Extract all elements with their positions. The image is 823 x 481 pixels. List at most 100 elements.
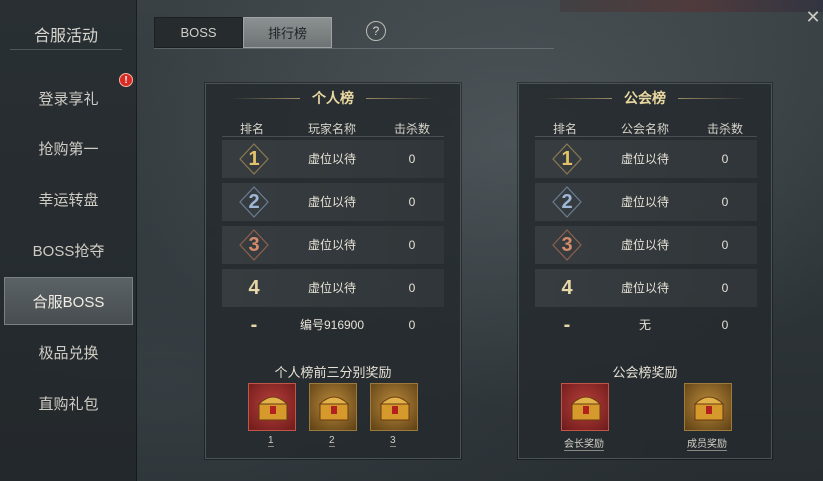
personal-ranking-panel: 个人榜 排名 玩家名称 击杀数 1 虚位以待 0 2 虚位以待 0 3 虚位以待…	[205, 83, 461, 459]
reward-label: 1	[268, 435, 274, 447]
table-row: 1 虚位以待 0	[535, 140, 757, 178]
kill-count: 0	[721, 238, 729, 252]
player-name: 虚位以待	[307, 281, 356, 295]
reward-chest-icon[interactable]	[248, 383, 296, 431]
table-row: 1 虚位以待 0	[222, 140, 444, 178]
player-name: 虚位以待	[307, 152, 356, 166]
sidebar-item-login-gift[interactable]: 登录享礼	[4, 74, 133, 122]
rank-number: 1	[561, 147, 573, 170]
reward-label: 成员奖励	[687, 435, 727, 451]
kill-count: 0	[721, 195, 729, 209]
rank-number: 2	[561, 190, 573, 213]
close-icon[interactable]: ✕	[804, 8, 822, 26]
ornament-right	[366, 97, 436, 99]
kill-count: 0	[721, 281, 729, 295]
rank-number: -	[563, 313, 571, 336]
leader-reward-chest-icon[interactable]	[561, 383, 609, 431]
ornament-left	[542, 97, 612, 99]
kill-count: 0	[721, 318, 729, 332]
table-row: 2 虚位以待 0	[222, 183, 444, 221]
player-name: 编号916900	[299, 318, 365, 332]
sidebar-item-label: 合服BOSS	[32, 293, 105, 311]
kill-count: 0	[408, 238, 416, 252]
member-reward-chest-icon[interactable]	[684, 383, 732, 431]
sidebar-item-label: 幸运转盘	[38, 191, 99, 209]
ornament-left	[230, 97, 300, 99]
guild-ranking-panel: 公会榜 排名 公会名称 击杀数 1 虚位以待 0 2 虚位以待 0 3 虚位以待…	[518, 83, 772, 459]
rank-number: -	[250, 313, 258, 336]
reward-label: 3	[390, 435, 396, 447]
panel-header: 个人榜	[206, 84, 460, 112]
reward-title: 公会榜奖励	[612, 365, 678, 380]
table-row: 4 虚位以待 0	[222, 269, 444, 307]
panel-title: 个人榜	[312, 90, 354, 106]
rank-badge-bronze: 3	[551, 229, 583, 261]
rank-number: 2	[248, 190, 260, 213]
guild-name: 虚位以待	[620, 238, 669, 252]
reward-label: 会长奖励	[564, 435, 604, 451]
guild-name: 虚位以待	[620, 281, 669, 295]
table-row: 4 虚位以待 0	[535, 269, 757, 307]
sidebar-item-label: BOSS抢夺	[32, 242, 105, 260]
tab-ranking[interactable]: 排行榜	[243, 17, 332, 48]
my-guild-row: - 无 0	[535, 306, 757, 344]
rank-badge: -	[551, 309, 583, 341]
rank-badge-silver: 2	[551, 186, 583, 218]
kill-count: 0	[408, 318, 416, 332]
rank-badge-gold: 1	[551, 143, 583, 175]
rank-number: 4	[561, 276, 573, 299]
my-rank-row: - 编号916900 0	[222, 306, 444, 344]
rank-badge-gold: 1	[238, 143, 270, 175]
column-header-kills: 击杀数	[393, 122, 430, 136]
sidebar: 合服活动 登录享礼 ! 抢购第一 幸运转盘 BOSS抢夺 合服BOSS 极品兑换…	[0, 0, 137, 481]
table-row: 3 虚位以待 0	[535, 226, 757, 264]
guild-name: 虚位以待	[620, 152, 669, 166]
reward-label: 2	[329, 435, 335, 447]
player-name: 虚位以待	[307, 195, 356, 209]
sidebar-item-label: 抢购第一	[38, 140, 99, 158]
sidebar-item-boss-snatch[interactable]: BOSS抢夺	[4, 226, 133, 274]
sidebar-item-premium-exchange[interactable]: 极品兑换	[4, 328, 133, 376]
rank-number: 4	[248, 276, 260, 299]
rank-badge-silver: 2	[238, 186, 270, 218]
kill-count: 0	[721, 152, 729, 166]
kill-count: 0	[408, 195, 416, 209]
column-header-rank: 排名	[552, 122, 577, 136]
guild-name: 无	[638, 318, 651, 332]
reward-title: 个人榜前三分别奖励	[274, 365, 392, 380]
rank-badge: 4	[551, 272, 583, 304]
help-icon[interactable]: ?	[366, 21, 386, 41]
table-row: 3 虚位以待 0	[222, 226, 444, 264]
sidebar-item-label: 直购礼包	[38, 395, 99, 413]
column-header-player-name: 玩家名称	[307, 122, 356, 136]
guild-name: 虚位以待	[620, 195, 669, 209]
table-row: 2 虚位以待 0	[535, 183, 757, 221]
column-header-kills: 击杀数	[706, 122, 743, 136]
tab-divider	[154, 48, 554, 49]
panel-title: 公会榜	[624, 90, 666, 106]
sidebar-item-label: 极品兑换	[38, 344, 99, 362]
header-divider	[535, 136, 757, 137]
sidebar-item-label: 登录享礼	[38, 90, 99, 108]
header-divider	[222, 136, 444, 137]
reward-chest-icon[interactable]	[309, 383, 357, 431]
notification-badge: !	[119, 73, 133, 87]
tab-boss[interactable]: BOSS	[154, 17, 243, 48]
rank-number: 1	[248, 147, 260, 170]
rank-number: 3	[248, 233, 260, 256]
sidebar-item-flash-sale[interactable]: 抢购第一	[4, 124, 133, 172]
kill-count: 0	[408, 152, 416, 166]
rank-badge: -	[238, 309, 270, 341]
reward-chest-icon[interactable]	[370, 383, 418, 431]
rank-badge-bronze: 3	[238, 229, 270, 261]
column-header-rank: 排名	[239, 122, 264, 136]
ornament-right	[678, 97, 748, 99]
sidebar-item-merge-boss[interactable]: 合服BOSS	[4, 277, 133, 325]
kill-count: 0	[408, 281, 416, 295]
sidebar-item-direct-pack[interactable]: 直购礼包	[4, 379, 133, 427]
column-header-guild-name: 公会名称	[620, 122, 669, 136]
rank-number: 3	[561, 233, 573, 256]
panel-header: 公会榜	[519, 84, 771, 112]
player-name: 虚位以待	[307, 238, 356, 252]
sidebar-item-lucky-wheel[interactable]: 幸运转盘	[4, 175, 133, 223]
